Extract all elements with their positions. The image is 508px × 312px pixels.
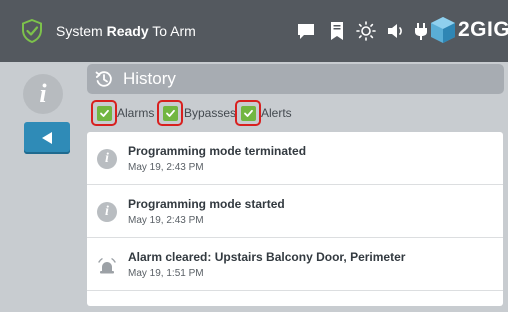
checkmark-icon <box>97 106 112 121</box>
filter-alarms[interactable]: Alarms <box>91 100 155 126</box>
event-time: May 19, 2:43 PM <box>128 162 204 173</box>
status-state: Ready <box>106 23 149 39</box>
event-title: Programming mode terminated <box>128 144 307 158</box>
info-icon[interactable]: i <box>23 74 63 114</box>
info-icon: i <box>97 149 117 169</box>
history-header: History <box>87 64 504 94</box>
message-icon[interactable] <box>296 21 316 41</box>
system-status-text[interactable]: System Ready To Arm <box>56 23 196 39</box>
checkmark-icon <box>163 106 178 121</box>
back-arrow-icon <box>42 132 52 144</box>
status-prefix: System <box>56 23 107 39</box>
alerts-label: Alerts <box>261 106 292 120</box>
filter-bypasses[interactable]: Bypasses <box>157 100 237 126</box>
alarms-label: Alarms <box>117 106 155 120</box>
list-item[interactable]: i Programming mode started May 19, 2:43 … <box>87 185 503 238</box>
bypasses-label: Bypasses <box>184 106 237 120</box>
list-item[interactable]: Alarm cleared: Upstairs Balcony Door, Pe… <box>87 238 503 291</box>
event-title: Programming mode started <box>128 197 285 211</box>
bypasses-checkbox[interactable] <box>157 100 183 126</box>
history-clock-icon <box>95 71 112 87</box>
page-title: History <box>123 69 176 88</box>
filter-alerts[interactable]: Alerts <box>235 100 295 126</box>
shield-check-icon <box>22 19 42 43</box>
history-list[interactable]: i Programming mode terminated May 19, 2:… <box>87 132 503 306</box>
brightness-icon[interactable] <box>356 21 376 41</box>
back-button[interactable] <box>24 122 70 154</box>
status-suffix: To Arm <box>148 23 196 39</box>
alerts-checkbox[interactable] <box>235 100 261 126</box>
brand-logo-icon <box>431 17 455 43</box>
bookmark-icon[interactable] <box>330 21 344 41</box>
volume-icon[interactable] <box>386 21 406 41</box>
plug-icon[interactable] <box>414 21 428 41</box>
event-time: May 19, 1:51 PM <box>128 268 204 279</box>
brand-name: 2GIG <box>458 18 508 41</box>
event-time: May 19, 2:43 PM <box>128 215 204 226</box>
info-icon: i <box>97 202 117 222</box>
status-bar: System Ready To Arm 2GIG <box>0 0 508 62</box>
list-item[interactable]: i Programming mode terminated May 19, 2:… <box>87 132 503 185</box>
divider <box>87 290 503 291</box>
event-title: Alarm cleared: Upstairs Balcony Door, Pe… <box>128 250 406 264</box>
checkmark-icon <box>241 106 256 121</box>
siren-icon <box>98 258 116 274</box>
alarms-checkbox[interactable] <box>91 100 117 126</box>
